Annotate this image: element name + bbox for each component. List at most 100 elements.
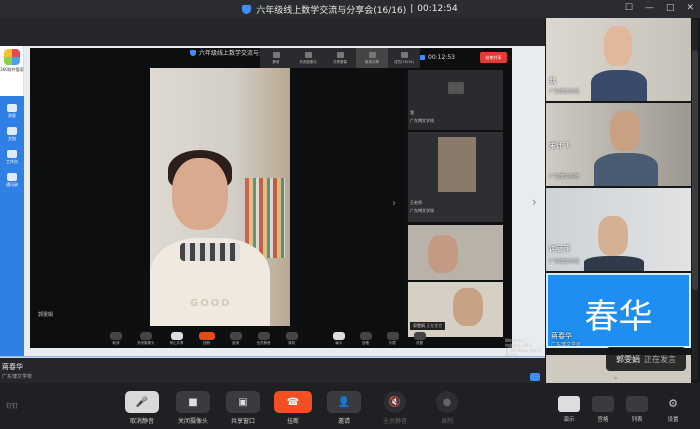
record-button[interactable]: ● 录制 xyxy=(421,391,473,425)
list-layout-icon xyxy=(626,396,648,412)
pin-icon[interactable]: ☐ xyxy=(625,3,633,13)
inner-camera-button[interactable]: 关闭摄像头 xyxy=(292,48,324,68)
record-icon: ● xyxy=(436,391,458,413)
windows-watermark: Windows 7 内部版本 7601 此 Windows 副本不是正版 xyxy=(505,338,545,358)
inner-tile-video-1[interactable] xyxy=(408,225,503,280)
tile-name: 蒋春华 xyxy=(551,332,572,340)
participant-tile-zhong[interactable]: 钟丽萍 广东博文学校 xyxy=(546,188,691,271)
body xyxy=(591,70,647,101)
share-window-label: 共享窗口 xyxy=(230,418,255,425)
phone-icon xyxy=(198,332,215,340)
inner-layout-label: 演示 xyxy=(335,341,342,345)
speaking-status: 正在发言 xyxy=(426,323,443,328)
mute-all-icon xyxy=(257,332,270,340)
meeting-timer: 00:12:54 xyxy=(417,4,458,14)
inner-ctrl-stop-share[interactable]: 停止共享 xyxy=(170,332,184,346)
inner-share-button[interactable]: 共享屏幕 xyxy=(324,48,356,68)
tile-school: 广东博文学校 xyxy=(549,89,580,95)
maximize-icon[interactable]: □ xyxy=(666,3,675,13)
body xyxy=(594,153,658,186)
share-icon xyxy=(170,332,183,340)
invite-button[interactable]: 👤 邀请 xyxy=(318,391,370,425)
title-separator: | xyxy=(410,4,414,14)
shield-icon xyxy=(420,54,425,60)
participant-tile-jiang[interactable]: 春华 蒋春华 广东博文学校 xyxy=(546,273,691,348)
invite-icon: 👤 xyxy=(327,391,361,413)
app-logo-label: 360软件管家 xyxy=(0,67,24,72)
inner-mute-button[interactable]: 静音 xyxy=(260,48,292,68)
tile-name: 我 xyxy=(410,110,414,115)
settings-button[interactable]: ⚙ 设置 xyxy=(657,396,689,423)
inner-ctrl-hangup[interactable]: 挂断 xyxy=(198,332,215,346)
layout-label: 宫格 xyxy=(597,417,609,423)
inner-ctrl-mute[interactable]: 取消 xyxy=(110,332,122,346)
inner-layout-label: 列表 xyxy=(389,341,396,345)
record-icon xyxy=(285,332,298,340)
tile-school: 广东博文学校 xyxy=(549,259,580,265)
tile-school: 广东博文学校 xyxy=(549,174,580,180)
gear-icon: ⚙ xyxy=(668,397,678,410)
inner-participant-list: 我 广东博文学校 王老师 广东博文学校 郭雯娟 正在发言 xyxy=(405,70,505,337)
shield-icon xyxy=(242,4,252,14)
inner-ctrl-invite[interactable]: 邀请 xyxy=(229,332,242,346)
inner-ctrl-label: 录制 xyxy=(288,341,295,345)
inner-tile-teacher[interactable]: 王老师 广东博文学校 xyxy=(408,132,503,222)
inner-unshare-button[interactable]: 取消共享 xyxy=(356,48,388,68)
unmute-button[interactable]: 🎤 取消静音 xyxy=(116,391,168,425)
settings-label: 设置 xyxy=(667,417,679,423)
camera-off-label: 关闭摄像头 xyxy=(177,418,208,425)
inner-layout-list[interactable]: 列表 xyxy=(386,332,399,346)
face xyxy=(428,235,458,273)
inner-ctrl-record[interactable]: 录制 xyxy=(285,332,298,346)
inner-timer-text: 00:12:53 xyxy=(428,53,455,61)
camera-icon xyxy=(139,332,152,340)
layout-present-button[interactable]: 演示 xyxy=(553,396,585,423)
minimize-icon[interactable]: — xyxy=(645,3,654,13)
shared-desktop: 360软件管家 消息 文档 工作台 通讯录 六年级线上数学交流与分享 静音 关闭… xyxy=(0,46,545,376)
share-window-button[interactable]: ▣ 共享窗口 xyxy=(217,391,269,425)
mute-all-button[interactable]: 🔇 全员静音 xyxy=(369,391,421,425)
inner-members-button[interactable]: 成员(16/16) xyxy=(388,48,420,68)
camera-icon xyxy=(304,51,312,58)
layout-label: 列表 xyxy=(631,417,643,423)
hang-up-button[interactable]: ☎ 挂断 xyxy=(267,391,319,425)
inner-ctrl-camera[interactable]: 关闭摄像头 xyxy=(137,332,155,346)
speaker-name: 郭雯娟 xyxy=(413,323,425,328)
layout-label: 演示 xyxy=(563,417,575,423)
inner-ctrl-mute-all[interactable]: 全员静音 xyxy=(257,332,271,346)
mic-off-icon: 🎤 xyxy=(125,391,159,413)
shared-screen-stage: 360软件管家 消息 文档 工作台 通讯录 六年级线上数学交流与分享 静音 关闭… xyxy=(0,18,545,383)
inner-layout-grid[interactable]: 宫格 xyxy=(359,332,372,346)
inner-title: 六年级线上数学交流与分享 xyxy=(190,48,271,57)
present-layout-icon xyxy=(558,396,580,412)
close-icon[interactable]: ✕ xyxy=(686,3,694,13)
chevron-right-icon[interactable]: › xyxy=(392,198,396,209)
speaker-name: 郭雯娟 xyxy=(616,354,640,364)
brand-label: 钉钉 xyxy=(6,403,19,410)
mic-icon xyxy=(110,332,122,340)
end-share-button[interactable]: 结束共享 xyxy=(480,52,507,63)
shirt-text: GOOD xyxy=(190,298,232,309)
tile-name: 我 xyxy=(549,77,556,85)
inner-tile-self[interactable]: 我 广东博文学校 xyxy=(408,70,503,130)
shared-sidebar: 消息 文档 工作台 通讯录 xyxy=(0,96,24,366)
camera-off-button[interactable]: ■ 关闭摄像头 xyxy=(167,391,219,425)
inner-layout-settings[interactable]: 设置 xyxy=(413,332,426,346)
inner-layout-present[interactable]: 演示 xyxy=(332,332,345,346)
inner-tile-video-2[interactable]: 郭雯娟 正在发言 xyxy=(408,282,503,337)
scrollbar[interactable] xyxy=(692,20,698,380)
phone-icon: ☎ xyxy=(274,391,312,413)
layout-list-button[interactable]: 列表 xyxy=(621,396,653,423)
inner-toolbar-label: 关闭摄像头 xyxy=(299,59,317,64)
inner-layout-label: 设置 xyxy=(416,341,423,345)
presenter-strip xyxy=(0,358,545,383)
inner-ctrl-label: 取消 xyxy=(112,341,120,345)
participant-tile-song[interactable]: 宋计飞 广东博文学校 xyxy=(546,103,691,186)
inner-control-bar: 取消 关闭摄像头 停止共享 挂断 邀请 全员静音 录制 演示 宫格 列表 设置 xyxy=(110,330,510,348)
participant-tile-self[interactable]: 我 广东博文学校 xyxy=(546,18,691,101)
face xyxy=(598,216,628,256)
chevron-right-icon[interactable]: › xyxy=(532,195,537,209)
layout-grid-button[interactable]: 宫格 xyxy=(587,396,619,423)
chevron-down-icon[interactable]: ⌄ xyxy=(612,372,620,382)
scrollbar-thumb[interactable] xyxy=(692,50,698,290)
